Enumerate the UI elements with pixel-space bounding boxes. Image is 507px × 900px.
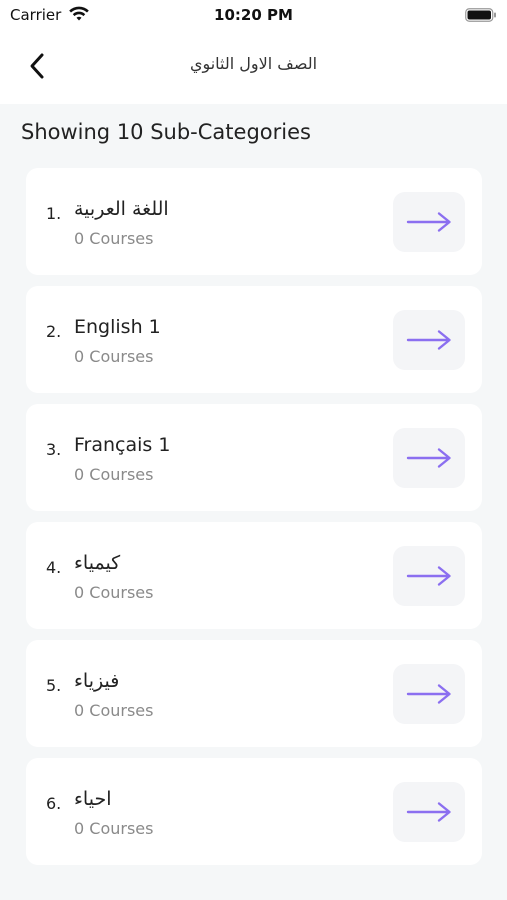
battery-icon: [465, 8, 496, 22]
item-name: كيمياء: [74, 552, 121, 574]
page-title: الصف الاول الثانوي: [189, 54, 318, 73]
item-course-count: 0 Courses: [74, 465, 154, 484]
arrow-right-icon: [406, 684, 451, 704]
sub-category-card[interactable]: 5. فيزياء 0 Courses: [26, 640, 482, 747]
sub-category-card[interactable]: 4. كيمياء 0 Courses: [26, 522, 482, 629]
item-course-count: 0 Courses: [74, 819, 154, 838]
open-button[interactable]: [393, 428, 465, 488]
item-course-count: 0 Courses: [74, 583, 154, 602]
item-name: احياء: [74, 788, 112, 810]
sub-category-card[interactable]: 1. اللغة العربية 0 Courses: [26, 168, 482, 275]
item-number: 3.: [46, 440, 62, 459]
back-button[interactable]: [20, 48, 56, 84]
clock: 10:20 PM: [214, 6, 293, 24]
open-button[interactable]: [393, 546, 465, 606]
item-course-count: 0 Courses: [74, 229, 154, 248]
arrow-right-icon: [406, 448, 451, 468]
open-button[interactable]: [393, 192, 465, 252]
sub-category-list: 1. اللغة العربية 0 Courses 2. English 1 0 Cou…: [26, 168, 482, 876]
sub-category-card[interactable]: 3. Français 1 0 Courses: [26, 404, 482, 511]
open-button[interactable]: [393, 310, 465, 370]
item-number: 2.: [46, 322, 62, 341]
item-number: 6.: [46, 794, 62, 813]
sub-category-card[interactable]: 2. English 1 0 Courses: [26, 286, 482, 393]
arrow-right-icon: [406, 212, 451, 232]
open-button[interactable]: [393, 664, 465, 724]
item-name: فيزياء: [74, 670, 120, 692]
chevron-left-icon: [30, 53, 44, 79]
arrow-right-icon: [406, 566, 451, 586]
item-name: English 1: [74, 316, 161, 338]
item-course-count: 0 Courses: [74, 347, 154, 366]
item-name: اللغة العربية: [74, 198, 169, 220]
item-number: 4.: [46, 558, 62, 577]
item-course-count: 0 Courses: [74, 701, 154, 720]
open-button[interactable]: [393, 782, 465, 842]
status-bar: Carrier 10:20 PM: [0, 0, 507, 30]
sub-category-count: Showing 10 Sub-Categories: [21, 120, 311, 144]
arrow-right-icon: [406, 802, 451, 822]
navigation-bar: الصف الاول الثانوي: [0, 30, 507, 104]
sub-category-card[interactable]: 6. احياء 0 Courses: [26, 758, 482, 865]
item-name: Français 1: [74, 434, 171, 456]
item-number: 1.: [46, 204, 62, 223]
arrow-right-icon: [406, 330, 451, 350]
item-number: 5.: [46, 676, 62, 695]
